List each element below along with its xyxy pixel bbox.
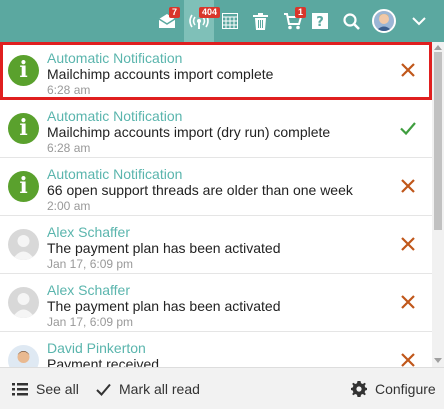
notification-time: 6:28 am <box>47 83 91 97</box>
notification-footer: See all Mark all read Configure <box>0 367 444 409</box>
messages-button[interactable]: 7 <box>150 0 184 42</box>
chevron-down-button[interactable] <box>404 0 434 42</box>
dismiss-x-icon[interactable] <box>400 294 416 310</box>
notification-message: Mailchimp accounts import (dry run) comp… <box>47 124 331 140</box>
dismiss-x-icon[interactable] <box>400 352 416 367</box>
trash-button[interactable] <box>246 0 274 42</box>
calendar-icon <box>222 13 238 29</box>
notification-list: i Automatic Notification Mailchimp accou… <box>0 42 432 367</box>
cart-badge: 1 <box>294 7 306 18</box>
notification-item[interactable]: Alex Schaffer The payment plan has been … <box>0 274 432 332</box>
see-all-label: See all <box>36 381 79 397</box>
notification-message: 66 open support threads are older than o… <box>47 182 353 198</box>
chevron-down-icon <box>412 16 426 26</box>
notification-message: The payment plan has been activated <box>47 298 281 314</box>
info-icon: i <box>8 171 39 202</box>
dismiss-x-icon[interactable] <box>400 62 416 78</box>
notification-title: Automatic Notification <box>47 166 183 182</box>
notification-item[interactable]: David Pinkerton Payment received <box>0 332 432 367</box>
dismiss-x-icon[interactable] <box>400 236 416 252</box>
default-avatar <box>8 229 39 260</box>
messages-badge: 7 <box>168 7 180 18</box>
notification-time: Jan 17, 6:09 pm <box>47 257 134 271</box>
notification-item[interactable]: Alex Schaffer The payment plan has been … <box>0 216 432 274</box>
mark-all-read-label: Mark all read <box>119 381 200 397</box>
notification-time: Jan 17, 6:09 pm <box>47 315 134 329</box>
notification-time: 6:28 am <box>47 141 91 155</box>
list-icon <box>12 382 28 395</box>
notification-title: David Pinkerton <box>47 340 146 356</box>
help-icon: ? <box>312 13 328 29</box>
default-avatar <box>8 287 39 318</box>
scrollbar[interactable] <box>432 42 444 367</box>
trash-icon <box>252 12 268 30</box>
see-all-button[interactable]: See all <box>12 368 79 410</box>
configure-label: Configure <box>375 381 436 397</box>
photo-avatar <box>8 345 39 367</box>
notification-time: 2:00 am <box>47 199 91 213</box>
gear-icon <box>351 381 367 397</box>
info-icon: i <box>8 113 39 144</box>
check-icon[interactable] <box>400 120 416 136</box>
notification-item[interactable]: i Automatic Notification 66 open support… <box>0 158 432 216</box>
notification-item[interactable]: i Automatic Notification Mailchimp accou… <box>0 42 432 100</box>
notification-message: Payment received <box>47 356 160 367</box>
activity-button[interactable]: 404 <box>184 0 220 42</box>
dismiss-x-icon[interactable] <box>400 178 416 194</box>
check-icon <box>96 383 111 396</box>
notification-item[interactable]: i Automatic Notification Mailchimp accou… <box>0 100 432 158</box>
scrollbar-thumb[interactable] <box>434 52 442 230</box>
svg-text:?: ? <box>316 15 324 29</box>
notification-title: Alex Schaffer <box>47 282 131 298</box>
calendar-button[interactable] <box>216 0 244 42</box>
help-button[interactable]: ? <box>308 0 332 42</box>
notification-message: The payment plan has been activated <box>47 240 281 256</box>
info-icon: i <box>8 55 39 86</box>
top-toolbar: 7 404 1 ? <box>0 0 444 42</box>
notification-title: Automatic Notification <box>47 50 183 66</box>
user-menu-button[interactable] <box>370 0 398 42</box>
notification-title: Automatic Notification <box>47 108 183 124</box>
search-button[interactable] <box>338 0 364 42</box>
configure-button[interactable]: Configure <box>351 368 436 410</box>
user-avatar <box>372 9 396 33</box>
search-icon <box>342 12 360 30</box>
mark-all-read-button[interactable]: Mark all read <box>96 368 200 410</box>
scroll-up-arrow-icon[interactable] <box>434 45 442 50</box>
cart-button[interactable]: 1 <box>276 0 310 42</box>
scroll-down-arrow-icon[interactable] <box>434 358 442 363</box>
notification-title: Alex Schaffer <box>47 224 131 240</box>
notification-message: Mailchimp accounts import complete <box>47 66 274 82</box>
